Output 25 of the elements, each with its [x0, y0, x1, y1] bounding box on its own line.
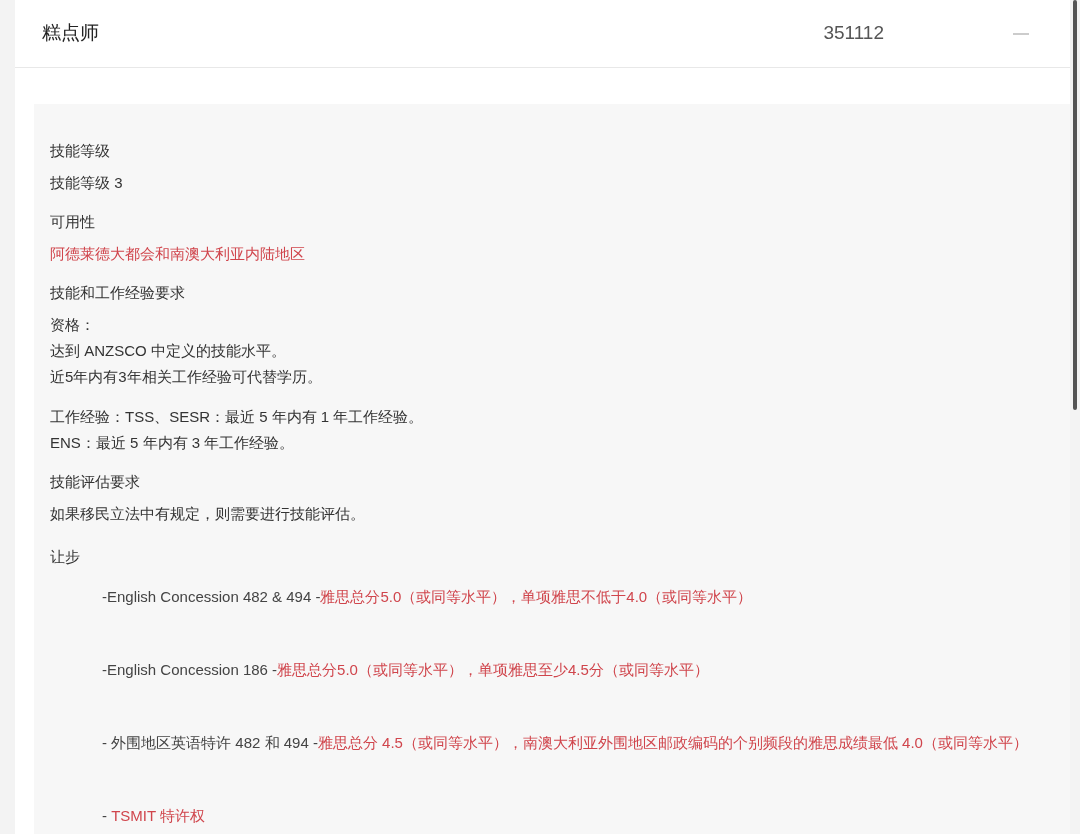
- concession-requirement: 雅思总分5.0（或同等水平），单项雅思不低于4.0（或同等水平）: [320, 587, 753, 607]
- occupation-title: 糕点师: [42, 21, 99, 46]
- detail-text: 工作经验：TSS、SESR：最近 5 年内有 1 年工作经验。: [50, 407, 425, 427]
- concession-requirement: 雅思总分 4.5（或同等水平），南澳大利亚外围地区邮政编码的个别频段的雅思成绩最低 4.0（或同等水平）: [317, 733, 1028, 753]
- detail-text: 技能等级 3: [50, 173, 124, 193]
- section-heading: 技能评估要求: [50, 472, 141, 492]
- concession-requirement: TSMIT 特许权: [111, 806, 206, 826]
- detail-text: 如果移民立法中有规定，则需要进行技能评估。: [50, 504, 366, 524]
- section-heading: 让步: [50, 547, 81, 567]
- section-heading: 技能和工作经验要求: [50, 283, 186, 303]
- concession-name: -: [102, 806, 108, 826]
- concession-name: -English Concession 482 & 494 -: [102, 587, 321, 607]
- section-heading: 技能等级: [50, 141, 111, 161]
- detail-text: 达到 ANZSCO 中定义的技能水平。: [50, 341, 287, 361]
- concession-requirement: 雅思总分5.0（或同等水平），单项雅思至少4.5分（或同等水平）: [277, 660, 709, 680]
- scrollbar-thumb[interactable]: [1073, 0, 1077, 410]
- detail-text: ENS：最近 5 年内有 3 年工作经验。: [50, 433, 296, 453]
- detail-text: 近5年内有3年相关工作经验可代替学历。: [50, 367, 323, 387]
- section-heading: 可用性: [50, 212, 96, 232]
- occupation-code: 351112: [823, 21, 884, 46]
- region-text: 阿德莱德大都会和南澳大利亚内陆地区: [50, 244, 306, 264]
- detail-text: 资格：: [50, 315, 96, 335]
- concession-name: - 外围地区英语特许 482 和 494 -: [102, 733, 318, 753]
- minus-icon: [1013, 32, 1029, 35]
- concession-name: -English Concession 186 -: [102, 660, 278, 680]
